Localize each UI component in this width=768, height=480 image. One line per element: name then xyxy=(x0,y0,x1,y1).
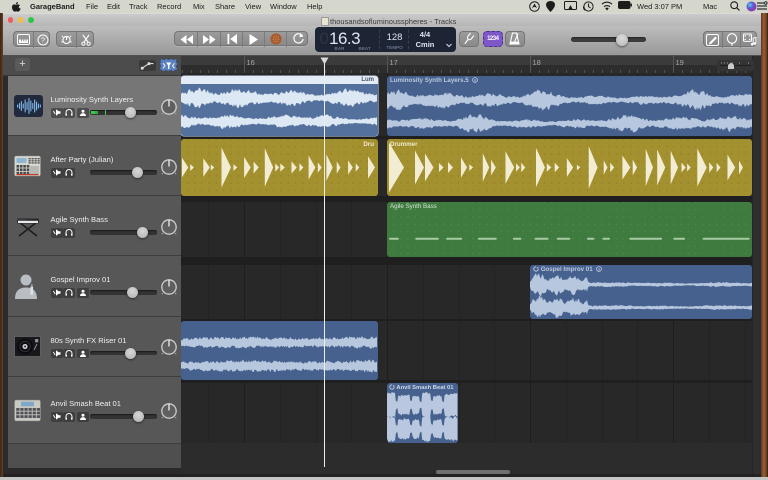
svg-text:?: ? xyxy=(41,35,45,44)
